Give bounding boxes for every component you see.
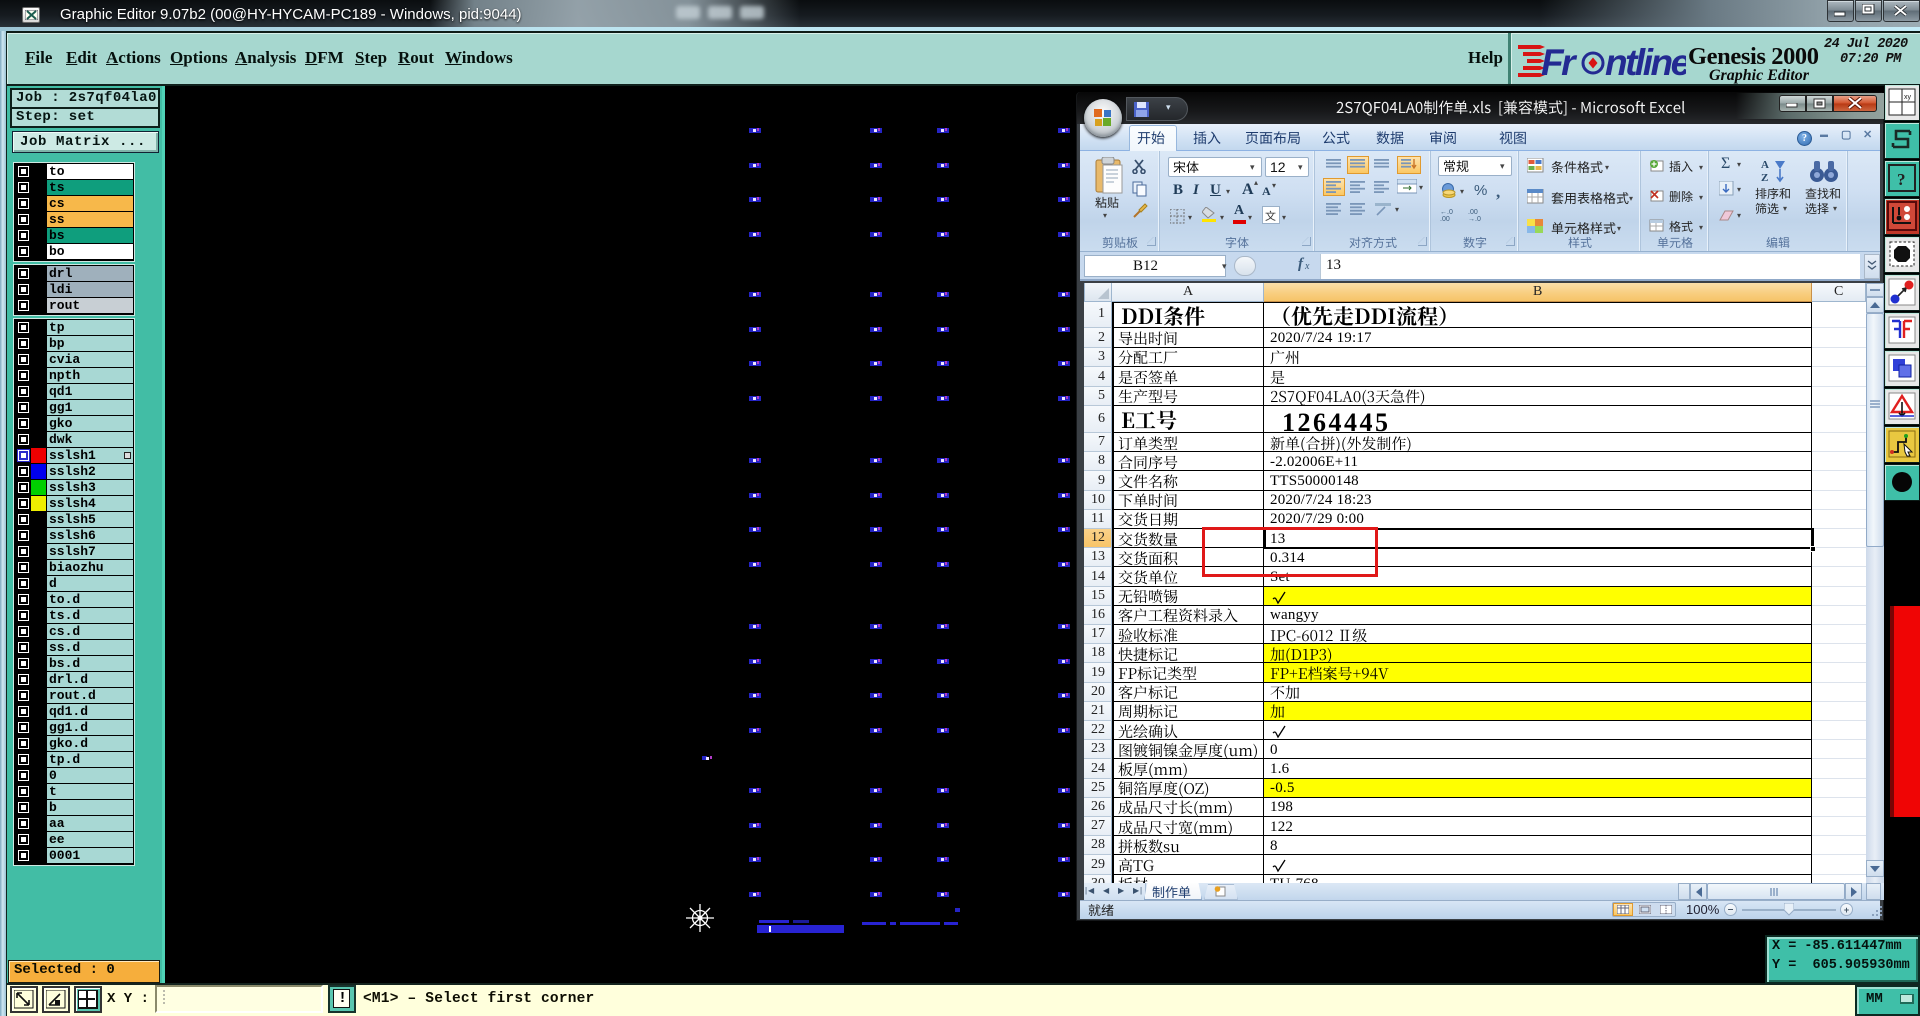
svg-text:A: A (1761, 159, 1769, 171)
svg-text:xy: xy (1904, 94, 1912, 101)
svg-text:ntline: ntline (1605, 42, 1686, 83)
svg-text:Z: Z (1761, 172, 1768, 183)
svg-text:?: ? (1897, 170, 1906, 189)
svg-text:Fr: Fr (1541, 42, 1578, 83)
